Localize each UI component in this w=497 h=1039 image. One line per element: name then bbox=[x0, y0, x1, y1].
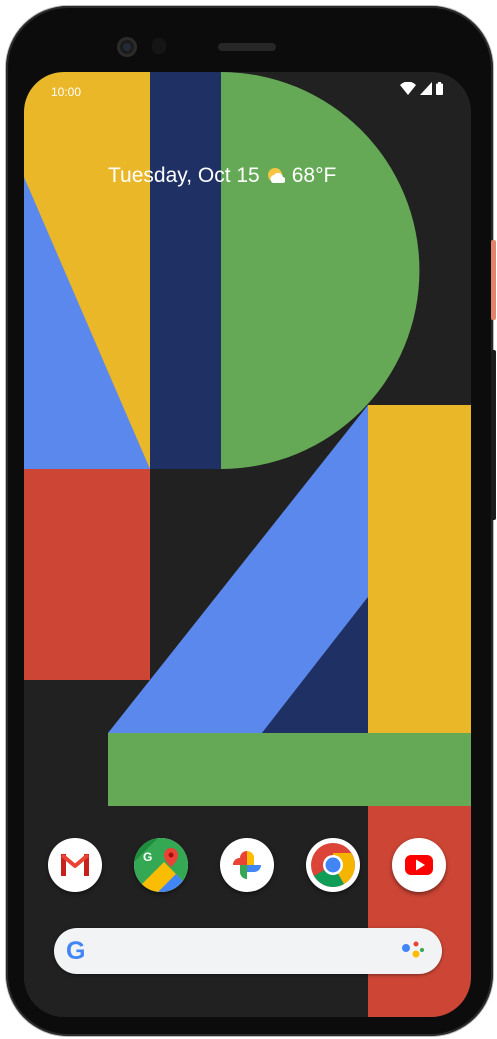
youtube-app[interactable] bbox=[392, 838, 446, 892]
status-time: 10:00 bbox=[51, 85, 82, 99]
top-bezel bbox=[0, 0, 497, 70]
wifi-icon bbox=[400, 82, 416, 95]
cellular-signal-icon bbox=[420, 82, 432, 95]
photos-icon bbox=[233, 851, 261, 879]
gmail-icon bbox=[60, 853, 90, 876]
svg-text:G: G bbox=[143, 850, 152, 864]
chrome-icon bbox=[311, 843, 355, 887]
google-assistant-icon[interactable] bbox=[400, 939, 424, 963]
at-a-glance[interactable]: Tuesday, Oct 15 68°F bbox=[108, 164, 336, 188]
face-sensor-icon bbox=[152, 38, 166, 54]
google-search-bar[interactable]: G bbox=[54, 928, 442, 974]
power-button bbox=[491, 240, 496, 320]
earpiece-speaker bbox=[218, 43, 276, 51]
date-text: Tuesday, Oct 15 bbox=[108, 164, 260, 187]
partly-sunny-icon bbox=[267, 168, 285, 184]
gmail-app[interactable] bbox=[48, 838, 102, 892]
home-screen: 10:00 Tuesday, Oct 15 68°F G G bbox=[24, 72, 471, 1017]
youtube-icon bbox=[405, 855, 433, 875]
maps-icon: G bbox=[134, 838, 188, 892]
app-dock: G bbox=[48, 838, 446, 898]
volume-rocker bbox=[491, 350, 496, 520]
temperature-text: 68°F bbox=[291, 164, 337, 187]
google-g-logo: G bbox=[66, 937, 86, 965]
chrome-app[interactable] bbox=[306, 838, 360, 892]
maps-app[interactable]: G bbox=[134, 838, 188, 892]
photos-app[interactable] bbox=[220, 838, 274, 892]
battery-icon bbox=[436, 82, 443, 95]
front-camera-icon bbox=[117, 37, 137, 57]
status-icons bbox=[400, 82, 443, 95]
